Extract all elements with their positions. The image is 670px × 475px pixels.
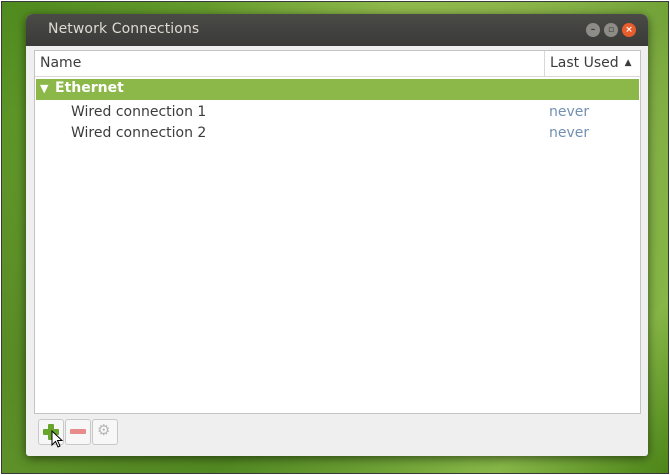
bottom-toolbar: ⚙	[34, 414, 639, 448]
mouse-pointer-icon	[51, 430, 63, 448]
sort-ascending-icon: ▲	[624, 58, 632, 68]
column-header-last-used[interactable]: Last Used ▲	[550, 55, 632, 71]
minus-icon	[70, 429, 86, 434]
expander-down-icon[interactable]: ▼	[40, 82, 48, 95]
remove-connection-button[interactable]	[65, 419, 91, 445]
connection-last-used: never	[549, 125, 590, 141]
column-header-last-used-label: Last Used	[550, 55, 619, 71]
connection-name: Wired connection 2	[71, 125, 207, 141]
edit-connection-button[interactable]: ⚙	[92, 419, 118, 445]
column-header-name[interactable]: Name	[40, 55, 81, 71]
connection-row[interactable]: Wired connection 1 never	[35, 103, 640, 124]
group-label: Ethernet	[55, 80, 124, 96]
close-button[interactable]: ×	[622, 23, 636, 37]
list-header: Name Last Used ▲	[35, 51, 640, 77]
title-bar[interactable]: Network Connections – ▫ ×	[26, 14, 648, 46]
window-title: Network Connections	[48, 21, 200, 37]
connection-row[interactable]: Wired connection 2 never	[35, 124, 640, 145]
add-connection-button[interactable]	[38, 419, 64, 448]
gear-icon: ⚙	[97, 421, 111, 439]
network-connections-window: Network Connections – ▫ × Name Last Used…	[26, 14, 648, 456]
connection-name: Wired connection 1	[71, 104, 207, 120]
minimize-button[interactable]: –	[586, 23, 600, 37]
column-separator	[544, 51, 545, 76]
connection-last-used: never	[549, 104, 590, 120]
maximize-button[interactable]: ▫	[604, 23, 618, 37]
group-row-ethernet[interactable]: ▼ Ethernet	[36, 79, 639, 100]
desktop-background: Network Connections – ▫ × Name Last Used…	[1, 1, 669, 474]
connections-list: Name Last Used ▲ ▼ Ethernet Wired connect…	[34, 50, 641, 414]
